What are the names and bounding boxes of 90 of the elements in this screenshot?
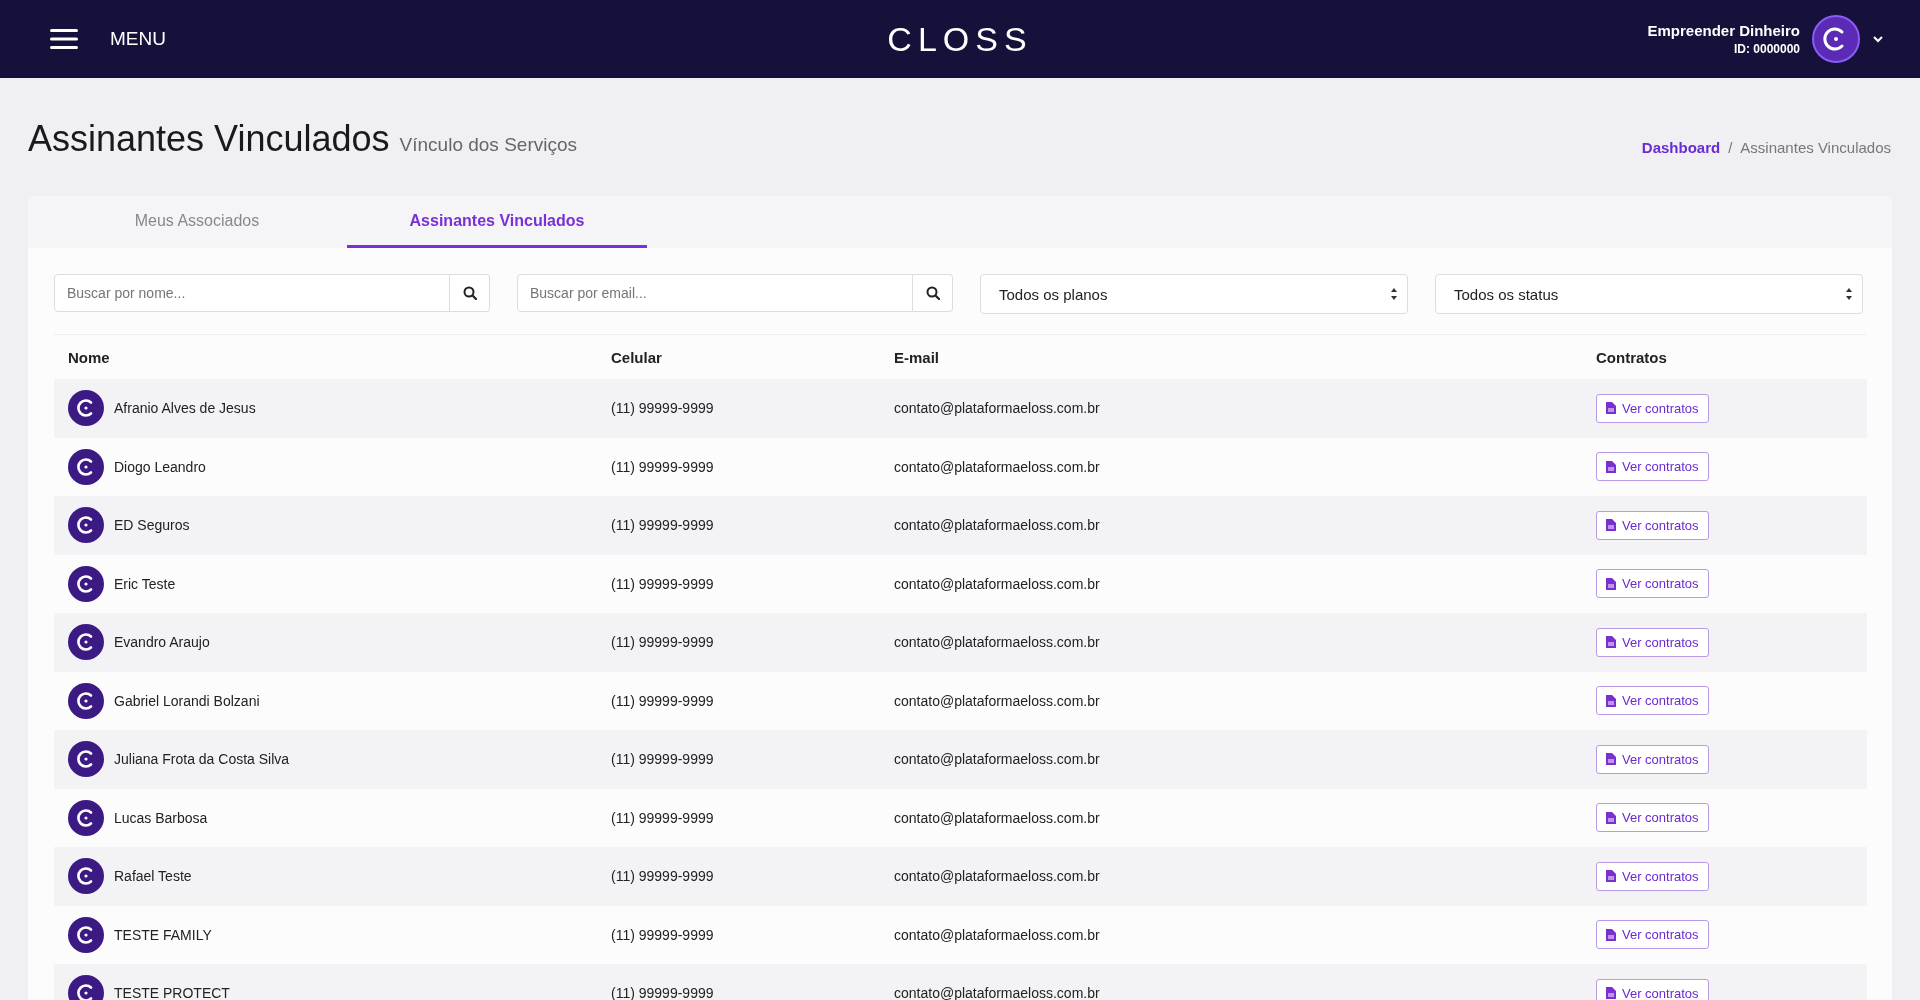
phone-cell-text: (11) 99999-9999 xyxy=(611,458,715,475)
phone-cell-text: (11) 99999-9999 xyxy=(611,868,715,885)
select-field[interactable]: Todos os planos xyxy=(980,274,1408,314)
page-subtitle: Vínculo dos Serviços xyxy=(399,134,577,156)
subscriber-name: Evandro Araujo xyxy=(114,634,210,651)
search-field[interactable]: Buscar por email... xyxy=(517,274,913,312)
view-contracts-button[interactable]: Ver contratos xyxy=(1596,920,1709,950)
avatar-icon xyxy=(68,390,104,427)
email-cell-text: contato@plataformaeloss.com.br xyxy=(894,692,1101,709)
document-icon xyxy=(1606,870,1616,883)
view-contracts-button[interactable]: Ver contratos xyxy=(1596,510,1709,540)
avatar-icon[interactable] xyxy=(1812,15,1860,63)
breadcrumb-separator: / xyxy=(1728,139,1733,156)
subscriber-name: Lucas Barbosa xyxy=(114,809,208,826)
view-contracts-button[interactable]: Ver contratos xyxy=(1596,861,1709,891)
document-icon xyxy=(1606,753,1616,766)
document-icon xyxy=(1606,519,1616,532)
email-cell-text: contato@plataformaeloss.com.br xyxy=(894,751,1101,768)
email-cell-text: contato@plataformaeloss.com.br xyxy=(894,400,1101,417)
view-contracts-button[interactable]: Ver contratos xyxy=(1596,393,1709,423)
search-icon xyxy=(925,286,940,300)
subscriber-name: ED Seguros xyxy=(114,517,190,534)
document-icon xyxy=(1606,928,1616,941)
view-contracts-button[interactable]: Ver contratos xyxy=(1596,452,1709,482)
document-icon xyxy=(1606,577,1616,590)
email-cell-text: contato@plataformaeloss.com.br xyxy=(894,926,1101,943)
document-icon xyxy=(1606,402,1616,415)
avatar-icon xyxy=(68,507,104,544)
email-cell-text: contato@plataformaeloss.com.br xyxy=(894,634,1101,651)
tab[interactable]: Assinantes Vinculados xyxy=(347,196,647,248)
select-field[interactable]: Todos os status xyxy=(1435,274,1863,314)
subscriber-name: Diogo Leandro xyxy=(114,458,206,475)
column-header: E-mail xyxy=(894,348,940,366)
phone-cell-text: (11) 99999-9999 xyxy=(611,575,715,592)
column-header: Nome xyxy=(68,348,111,366)
sort-arrows-icon xyxy=(1390,287,1398,301)
search-button[interactable] xyxy=(450,274,490,312)
phone-cell-text: (11) 99999-9999 xyxy=(611,751,715,768)
avatar-icon xyxy=(68,624,104,661)
phone-cell-text: (11) 99999-9999 xyxy=(611,400,715,417)
email-cell-text: contato@plataformaeloss.com.br xyxy=(894,809,1101,826)
view-contracts-button[interactable]: Ver contratos xyxy=(1596,627,1709,657)
phone-cell-text: (11) 99999-9999 xyxy=(611,517,715,534)
avatar-icon xyxy=(68,916,104,953)
avatar-icon xyxy=(68,799,104,836)
document-icon xyxy=(1606,636,1616,649)
column-header: Celular xyxy=(611,348,663,366)
document-icon xyxy=(1606,811,1616,824)
search-button[interactable] xyxy=(913,274,953,312)
menu-label[interactable]: MENU xyxy=(110,28,166,50)
subscriber-name: TESTE FAMILY xyxy=(114,926,212,943)
avatar-icon xyxy=(68,682,104,719)
subscriber-name: Afranio Alves de Jesus xyxy=(114,400,256,417)
subscriber-name: Gabriel Lorandi Bolzani xyxy=(114,692,260,709)
email-cell-text: contato@plataformaeloss.com.br xyxy=(894,575,1101,592)
view-contracts-button[interactable]: Ver contratos xyxy=(1596,686,1709,716)
view-contracts-button[interactable]: Ver contratos xyxy=(1596,569,1709,599)
subscriber-name: Rafael Teste xyxy=(114,868,192,885)
logo[interactable]: CLOSS xyxy=(887,19,1033,59)
avatar-icon xyxy=(68,448,104,485)
view-contracts-button[interactable]: Ver contratos xyxy=(1596,978,1709,1000)
search-field[interactable]: Buscar por nome... xyxy=(54,274,450,312)
breadcrumb-current: Assinantes Vinculados xyxy=(1740,139,1891,156)
email-cell-text: contato@plataformaeloss.com.br xyxy=(894,868,1101,885)
phone-cell-text: (11) 99999-9999 xyxy=(611,692,715,709)
avatar-icon xyxy=(68,741,104,778)
view-contracts-button[interactable]: Ver contratos xyxy=(1596,803,1709,833)
phone-cell-text: (11) 99999-9999 xyxy=(611,809,715,826)
phone-cell-text: (11) 99999-9999 xyxy=(611,926,715,943)
email-cell-text: contato@plataformaeloss.com.br xyxy=(894,517,1101,534)
document-icon xyxy=(1606,987,1616,1000)
sort-arrows-icon xyxy=(1845,287,1853,301)
phone-cell-text: (11) 99999-9999 xyxy=(611,634,715,651)
document-icon xyxy=(1606,460,1616,473)
menu-icon[interactable] xyxy=(50,28,78,50)
subscriber-name: TESTE PROTECT xyxy=(114,985,230,1000)
email-cell-text: contato@plataformaeloss.com.br xyxy=(894,458,1101,475)
page-title: Assinantes Vinculados xyxy=(28,118,390,160)
search-icon xyxy=(462,286,477,300)
caret-icon[interactable] xyxy=(1872,35,1884,43)
subscriber-name: Eric Teste xyxy=(114,575,176,592)
document-icon xyxy=(1606,694,1616,707)
breadcrumb-link[interactable]: Dashboard xyxy=(1641,139,1721,156)
view-contracts-button[interactable]: Ver contratos xyxy=(1596,744,1709,774)
avatar-icon xyxy=(68,565,104,602)
user-name: Empreender Dinheiro xyxy=(1647,22,1800,39)
subscriber-name: Juliana Frota da Costa Silva xyxy=(114,751,290,768)
user-id: ID: 0000000 xyxy=(1733,42,1800,56)
column-header: Contratos xyxy=(1596,348,1668,366)
avatar-icon xyxy=(68,858,104,895)
